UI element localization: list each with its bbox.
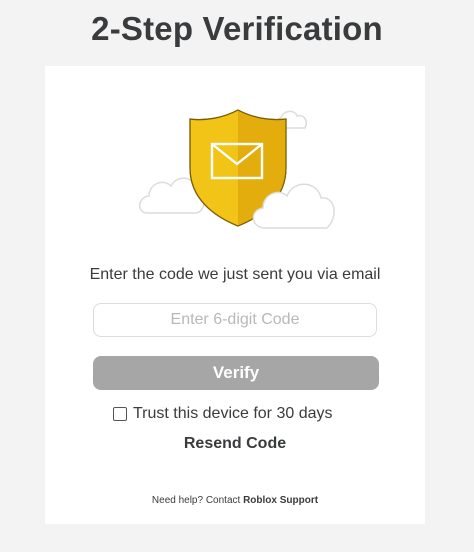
page-title: 2-Step Verification — [91, 10, 383, 47]
verify-button[interactable]: Verify — [93, 356, 379, 390]
help-text: Need help? Contact — [151, 495, 244, 506]
trust-device-label[interactable]: Trust this device for 30 days — [133, 405, 333, 423]
help-line: Need help? Contact Roblox Support — [45, 495, 425, 506]
shield-envelope-illustration — [139, 109, 335, 229]
trust-device-checkbox[interactable] — [113, 407, 127, 421]
roblox-support-link[interactable]: Roblox Support — [243, 495, 318, 506]
code-input[interactable] — [93, 303, 377, 337]
instruction-text: Enter the code we just sent you via emai… — [89, 266, 381, 283]
verification-card: Enter the code we just sent you via emai… — [45, 66, 425, 524]
resend-code-link[interactable]: Resend Code — [45, 435, 425, 453]
trust-device-row[interactable]: Trust this device for 30 days — [113, 404, 333, 424]
